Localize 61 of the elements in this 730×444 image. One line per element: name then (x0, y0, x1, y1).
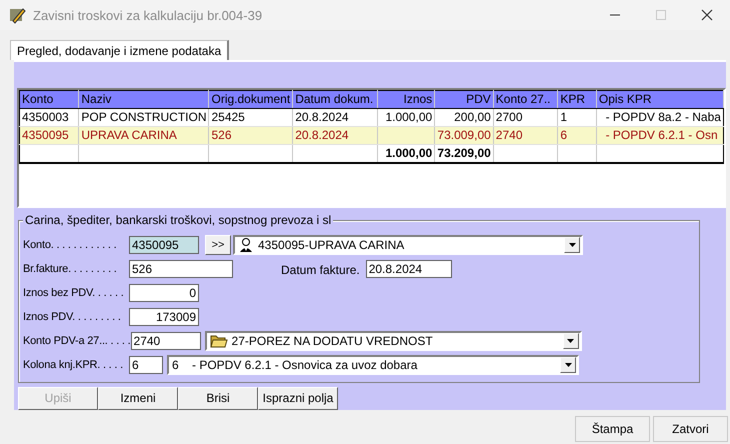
field-label: Konto PDV-a 27... . . . . (23, 334, 131, 347)
dropdown-arrow-icon[interactable] (568, 242, 576, 247)
table-cell: 526 (211, 128, 232, 142)
table-cell: 25425 (211, 110, 245, 124)
input-field[interactable]: 0 (129, 284, 199, 302)
table-cell: 20.8.2024 (295, 110, 349, 124)
column-header[interactable]: Konto (20, 90, 79, 108)
table-cell: 20.8.2024 (295, 128, 349, 142)
action-button[interactable]: Brisi (178, 386, 258, 410)
field-label: Iznos bez PDV. . . . . . (23, 286, 125, 299)
table-cell: 1 (560, 110, 568, 124)
person-icon (238, 236, 254, 253)
input-field[interactable]: 4350095 (129, 236, 199, 254)
date-field[interactable]: 20.8.2024 (366, 260, 452, 278)
field-label: Kolona knj.KPR. . . . . (23, 358, 124, 371)
action-button[interactable]: Isprazni polja (258, 386, 338, 410)
column-header[interactable]: Konto 27.. (493, 90, 558, 108)
table-cell: POP CONSTRUCTION (81, 110, 206, 124)
footer-button[interactable]: Štampa (575, 416, 650, 442)
dropdown[interactable]: 27-POREZ NA DODATU VREDNOST (204, 330, 582, 351)
folder-icon (210, 332, 228, 349)
table-cell: 200,00 (454, 110, 491, 124)
column-header[interactable]: PDV (434, 90, 494, 108)
dropdown-arrow-icon[interactable] (567, 338, 574, 343)
dropdown[interactable]: 4350095-UPRAVA CARINA (233, 234, 583, 255)
table-cell: 6 (560, 128, 568, 142)
table-cell: UPRAVA CARINA (81, 128, 177, 142)
table-cell: 4350095 (22, 128, 69, 142)
field-label: Iznos PDV. . . . . . . . . (23, 310, 122, 323)
table-cell-text: - POPDV 6.2.1 - Osn (604, 128, 718, 142)
close-icon[interactable] (700, 8, 714, 22)
column-header[interactable]: KPR (558, 90, 596, 108)
group-title: Carina, špediter, bankarski troškovi, sopstnog prevoza i sl (23, 212, 334, 227)
lookup-button[interactable]: >> (205, 234, 231, 255)
field-label: Datum fakture. (281, 263, 360, 278)
table-cell: 73.009,00 (437, 128, 491, 142)
column-header[interactable]: Orig.dokument (208, 90, 293, 108)
field-label: Br.fakture. . . . . . . . . (23, 262, 118, 275)
column-header[interactable]: Naziv (78, 90, 209, 108)
field-label: Konto. . . . . . . . . . . . (23, 238, 118, 251)
table-cell-text: - POPDV 8a.2 - Naba (604, 110, 721, 124)
input-field[interactable]: 6 (129, 356, 163, 374)
table-cell: 4350003 (22, 110, 69, 124)
input-field[interactable]: 526 (129, 260, 233, 278)
dropdown[interactable]: 6 - POPDV 6.2.1 - Osnovica za uvoz dobara (167, 354, 579, 375)
pen-icon (8, 6, 26, 24)
input-field[interactable]: 2740 (130, 332, 201, 350)
table-cell: 2740 (496, 128, 522, 142)
window-title: Zavisni troskovi za kalkulaciju br.004-39 (33, 8, 264, 22)
table-cell: 1.000,00 (385, 146, 432, 160)
table-cell: 73.209,00 (437, 146, 491, 160)
table-cell: 2700 (496, 110, 522, 124)
column-header[interactable]: Iznos (378, 90, 435, 108)
dropdown-arrow-icon[interactable] (564, 362, 572, 367)
column-header[interactable]: Datum dokum. (292, 90, 378, 108)
footer-button[interactable]: Zatvori (653, 416, 728, 442)
tab[interactable]: Pregled, dodavanje i izmene podataka (10, 40, 230, 60)
table-cell: 1.000,00 (385, 110, 432, 124)
column-header[interactable]: Opis KPR (596, 90, 724, 108)
action-button[interactable]: Izmeni (98, 386, 178, 410)
input-field[interactable]: 173009 (129, 308, 199, 326)
